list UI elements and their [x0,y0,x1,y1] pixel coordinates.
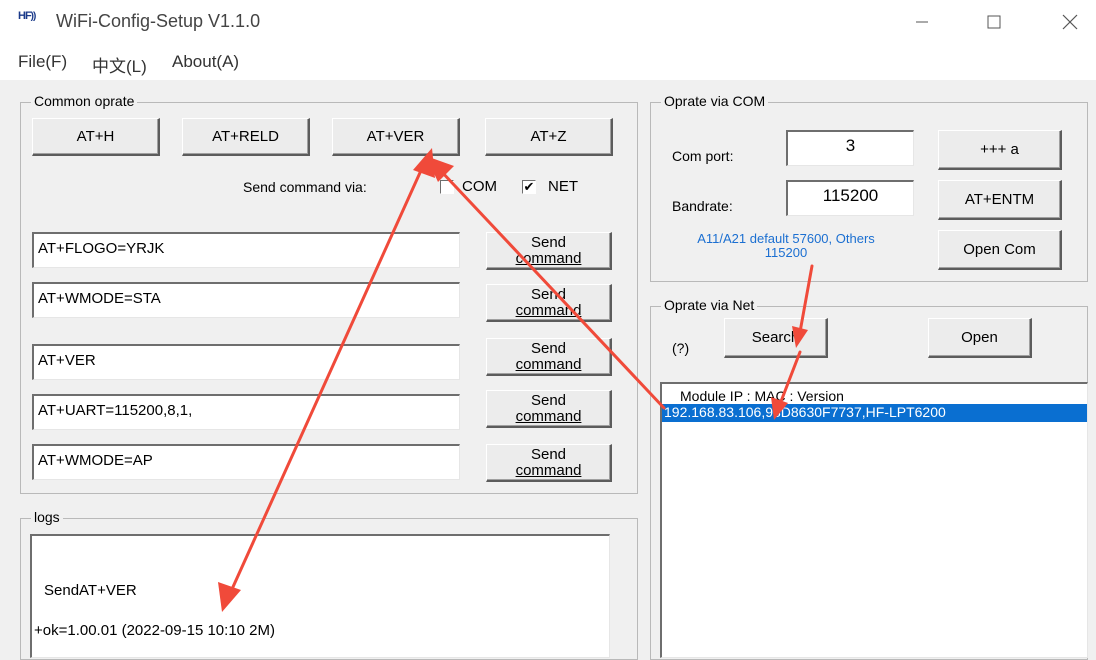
at-entm-button[interactable]: AT+ENTM [938,180,1062,220]
bandrate-label: Bandrate: [672,198,733,214]
net-checkbox-label: NET [548,178,578,195]
window-title: WiFi-Config-Setup V1.1.0 [56,11,261,31]
hint-line1: A11/A21 default 57600, Others [697,231,875,246]
send-label-line1: Send [530,285,567,303]
maximize-button[interactable] [972,4,1016,40]
log-line-1: SendAT+VER [44,582,137,599]
com-port-input[interactable]: 3 [786,130,914,166]
at-z-button[interactable]: AT+Z [485,118,613,156]
group-label-com: Oprate via COM [661,93,769,109]
hint-line2: 115200 [764,245,808,261]
at-ver-button[interactable]: AT+VER [332,118,460,156]
command-input-1[interactable]: AT+FLOGO=YRJK [32,232,460,268]
send-label-line2: command [515,407,582,425]
menu-bar: File(F) 中文(L) About(A) [0,44,1096,80]
send-command-button-1[interactable]: Send command [486,232,612,270]
search-button[interactable]: Search [724,318,828,358]
module-list[interactable]: Module IP : MAC : Version 192.168.83.106… [660,382,1088,658]
send-label-line1: Send [530,445,567,463]
bandrate-hint: A11/A21 default 57600, Others 115200 [660,231,912,261]
group-label-common: Common oprate [31,93,138,109]
bandrate-input[interactable]: 115200 [786,180,914,216]
command-input-2[interactable]: AT+WMODE=STA [32,282,460,318]
group-label-net: Oprate via Net [661,297,758,313]
app-logo-icon: HF)) [18,10,36,22]
plus-plus-plus-a-button[interactable]: +++ a [938,130,1062,170]
module-list-header: Module IP : MAC : Version [680,388,844,404]
send-via-label: Send command via: [243,179,367,195]
logs-textarea[interactable]: SendAT+VER +ok=1.00.01 (2022-09-15 10:10… [30,534,610,658]
at-h-button[interactable]: AT+H [32,118,160,156]
command-input-3[interactable]: AT+VER [32,344,460,380]
send-command-button-5[interactable]: Send command [486,444,612,482]
maximize-icon [987,15,1001,29]
send-label-line1: Send [530,391,567,409]
com-checkbox[interactable] [440,180,454,194]
com-port-label: Com port: [672,148,734,164]
minimize-button[interactable] [900,4,944,40]
title-bar: HF)) WiFi-Config-Setup V1.1.0 [0,0,1096,44]
send-label-line1: Send [530,339,567,357]
group-label-logs: logs [31,509,63,525]
at-reld-button[interactable]: AT+RELD [182,118,310,156]
open-net-button[interactable]: Open [928,318,1032,358]
send-command-button-4[interactable]: Send command [486,390,612,428]
send-label-line2: command [515,301,582,319]
send-label-line2: command [515,355,582,373]
send-label-line1: Send [530,233,567,251]
command-input-4[interactable]: AT+UART=115200,8,1, [32,394,460,430]
menu-language[interactable]: 中文(L) [92,52,147,77]
com-checkbox-label: COM [462,178,497,195]
send-label-line2: command [515,461,582,479]
menu-about[interactable]: About(A) [172,52,239,72]
module-list-item-selected[interactable]: 192.168.83.106,98D8630F7737,HF-LPT6200 [662,404,1087,422]
net-checkbox[interactable]: ✔ [522,180,536,194]
send-command-button-3[interactable]: Send command [486,338,612,376]
menu-file[interactable]: File(F) [18,52,67,72]
command-input-5[interactable]: AT+WMODE=AP [32,444,460,480]
help-icon[interactable]: (?) [672,340,689,356]
send-label-line2: command [515,249,582,267]
log-line-2: +ok=1.00.01 (2022-09-15 10:10 2M) [34,622,276,639]
close-icon [1062,14,1078,30]
minimize-icon [916,21,928,23]
send-command-button-2[interactable]: Send command [486,284,612,322]
close-button[interactable] [1048,4,1092,40]
open-com-button[interactable]: Open Com [938,230,1062,270]
